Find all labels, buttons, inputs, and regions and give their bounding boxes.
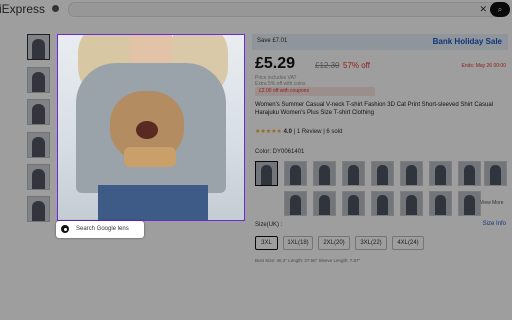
- jeans-shape: [98, 185, 208, 220]
- swatch-image: [406, 165, 417, 185]
- current-price: £5.29: [255, 55, 296, 72]
- lens-button-label: Search Google lens: [76, 226, 129, 232]
- color-label: Color: DY0061401: [255, 149, 305, 155]
- swatch-image: [377, 195, 388, 215]
- swatch-image: [348, 165, 359, 185]
- cat-mouth: [136, 121, 158, 139]
- color-swatch[interactable]: [255, 161, 278, 186]
- thumbnail[interactable]: [27, 196, 50, 222]
- toast-print: [124, 147, 176, 167]
- separator: |: [323, 129, 325, 135]
- lens-icon: [61, 225, 69, 233]
- sold-count: 6 sold: [326, 129, 343, 135]
- color-swatch[interactable]: [313, 191, 336, 216]
- search-google-lens-button[interactable]: Search Google lens: [56, 221, 144, 238]
- sale-banner: Save £7.01 Bank Holiday Sale: [252, 34, 508, 50]
- product-image[interactable]: [57, 34, 245, 221]
- thumbnail-image: [32, 104, 45, 124]
- rating-value: 4.0: [283, 129, 292, 135]
- color-swatch[interactable]: [313, 161, 336, 186]
- color-swatch[interactable]: [429, 191, 452, 216]
- color-swatch[interactable]: [400, 161, 423, 186]
- size-measurements: Bust Size: 46.3" Length: 27.56" Sleeve L…: [255, 258, 361, 263]
- thumbnail-image: [32, 39, 45, 59]
- size-option[interactable]: 3XL(22): [355, 236, 387, 250]
- swatch-image: [490, 165, 501, 185]
- view-more-link[interactable]: View More: [480, 200, 504, 206]
- product-title: Women's Summer Casual V-neck T-shirt Fas…: [255, 102, 494, 116]
- separator: |: [293, 129, 296, 135]
- swatch-image: [435, 165, 446, 185]
- discount-badge: 57% off: [343, 61, 370, 70]
- thumbnail[interactable]: [27, 67, 50, 93]
- thumbnail-image: [32, 72, 45, 92]
- close-icon[interactable]: ✕: [479, 4, 487, 15]
- coupon-text: £2.00 off with coupons: [259, 88, 309, 94]
- thumbnail-image: [32, 137, 45, 157]
- swatch-image: [406, 195, 417, 215]
- sale-ends-note: Ends: May 26 00:00: [461, 63, 506, 69]
- rating-row: ★★★★★ 4.0 | 1 Review | 6 sold: [255, 128, 342, 135]
- top-bar: iExpress ✕ ⌕: [0, 0, 512, 18]
- swatch-image: [464, 165, 475, 185]
- size-option[interactable]: 2XL(20): [318, 236, 350, 250]
- price-row: £5.29 £12.30 57% off Ends: May 26 00:00: [255, 55, 510, 75]
- thumbnail[interactable]: [27, 34, 50, 60]
- color-swatch[interactable]: [371, 191, 394, 216]
- search-icon[interactable]: ⌕: [490, 2, 510, 17]
- swatch-image: [319, 195, 330, 215]
- color-swatch[interactable]: [284, 161, 307, 186]
- swatch-image: [377, 165, 388, 185]
- color-swatch[interactable]: [371, 161, 394, 186]
- color-swatch[interactable]: [284, 191, 307, 216]
- color-swatch[interactable]: [484, 161, 507, 186]
- color-swatch[interactable]: [429, 161, 452, 186]
- swatch-image: [348, 195, 359, 215]
- color-swatch[interactable]: [342, 161, 365, 186]
- thumbnail[interactable]: [27, 132, 50, 158]
- color-swatch[interactable]: [400, 191, 423, 216]
- size-label: Size(UK) :: [255, 222, 283, 228]
- swatch-image: [319, 165, 330, 185]
- color-swatch[interactable]: [342, 191, 365, 216]
- swatch-image: [290, 165, 301, 185]
- swatch-image: [435, 195, 446, 215]
- search-bar[interactable]: ✕ ⌕: [68, 2, 510, 17]
- reviews-link[interactable]: 1 Review: [297, 129, 322, 135]
- swatch-image: [464, 195, 475, 215]
- size-option[interactable]: 3XL: [255, 236, 278, 250]
- thumbnail[interactable]: [27, 164, 50, 190]
- thumbnail[interactable]: [27, 99, 50, 125]
- swatch-image: [290, 195, 301, 215]
- swatch-image: [261, 165, 272, 185]
- star-icon: ★★★★★: [255, 129, 282, 135]
- coupon-promo[interactable]: £2.00 off with coupons: [255, 87, 375, 96]
- logo[interactable]: iExpress: [0, 2, 45, 16]
- old-price: £12.30: [315, 61, 340, 70]
- badge-icon: [52, 5, 59, 12]
- thumbnail-image: [32, 169, 45, 189]
- size-option[interactable]: 4XL(24): [392, 236, 424, 250]
- banner-save-text: Save £7.01: [257, 38, 288, 44]
- color-swatch[interactable]: [458, 161, 481, 186]
- banner-title: Bank Holiday Sale: [432, 37, 502, 46]
- thumbnail-image: [32, 201, 45, 221]
- color-swatch[interactable]: [458, 191, 481, 216]
- size-info-link[interactable]: Size Info: [483, 221, 506, 227]
- size-option[interactable]: 1XL(18): [283, 236, 313, 250]
- search-input[interactable]: [79, 4, 459, 15]
